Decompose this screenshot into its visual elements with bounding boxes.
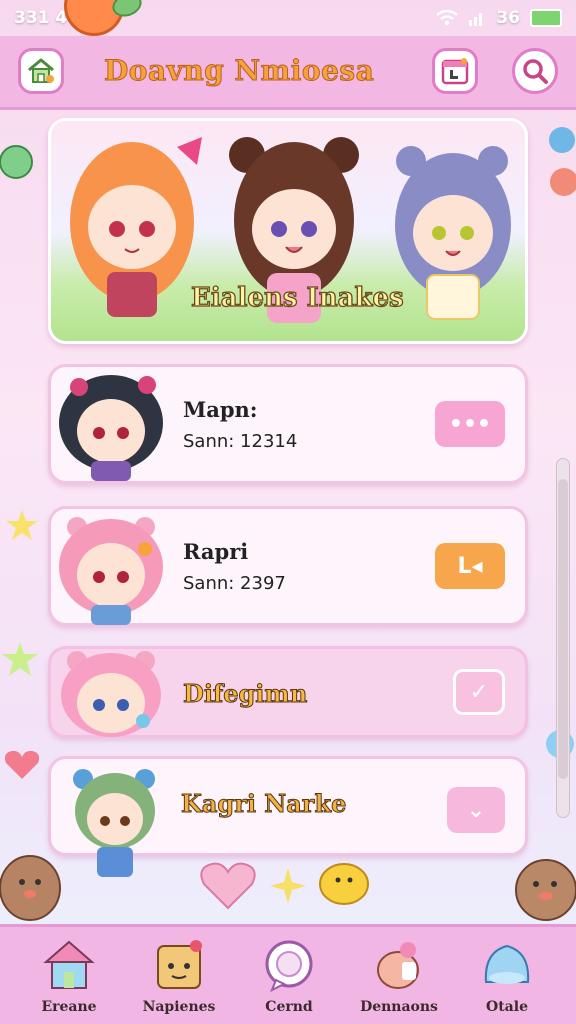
- avatar: [59, 375, 163, 481]
- nav-item-home[interactable]: Ereane: [14, 937, 124, 1015]
- nav-item-cernd[interactable]: Cernd: [234, 937, 344, 1015]
- heart-icon-yellow: [319, 863, 369, 905]
- app-title: Doavng Nmioesa: [103, 54, 375, 88]
- apple-icon: [0, 145, 33, 179]
- calendar-icon: [441, 58, 469, 85]
- banner-title: Eialens Inakes: [190, 282, 404, 313]
- featured-banner[interactable]: Eialens Inakes: [48, 118, 528, 344]
- avatar: [59, 517, 163, 625]
- signal-icon: [469, 13, 483, 26]
- status-left: 331 4: [14, 8, 67, 28]
- star-icon: [6, 510, 38, 540]
- sparkle-icon: [270, 868, 306, 904]
- list-item-card-3[interactable]: Difegimn ✓: [48, 646, 528, 738]
- calendar-button[interactable]: [432, 48, 478, 94]
- nav-label: Otale: [486, 999, 528, 1015]
- bottom-navigation: Ereane Napienes Cernd Dennaons Otale: [0, 924, 576, 1024]
- card-name: Rapri: [183, 539, 249, 564]
- nav-item-otale[interactable]: Otale: [452, 937, 562, 1015]
- card-name: Kagri Narke: [180, 789, 347, 819]
- battery-icon: [530, 9, 562, 27]
- scrollbar[interactable]: [556, 458, 570, 818]
- house-icon: [28, 58, 54, 83]
- search-button[interactable]: [512, 48, 558, 94]
- card-name: Mapn:: [183, 397, 258, 422]
- box-face-icon: [151, 937, 207, 993]
- character-icon: [371, 937, 427, 993]
- card-subtitle: Sann: 12314: [183, 431, 298, 452]
- creature-icon-right: [515, 859, 576, 921]
- avatar: [73, 769, 155, 877]
- scrollbar-thumb[interactable]: [558, 479, 568, 779]
- chat-bubble-icon: [261, 937, 317, 993]
- nav-item-napienes[interactable]: Napienes: [124, 937, 234, 1015]
- card-action-button[interactable]: L◂: [435, 543, 505, 589]
- heart-icon-pink: [200, 862, 256, 910]
- nav-item-dennaons[interactable]: Dennaons: [344, 937, 454, 1015]
- berry-icon: [549, 127, 576, 196]
- home-button[interactable]: [18, 48, 64, 94]
- card-name: Difegimn: [182, 679, 308, 709]
- nav-label: Napienes: [142, 999, 216, 1015]
- star-icon-green: [2, 642, 38, 676]
- card-options-button[interactable]: •••: [435, 401, 505, 447]
- list-item-card-1[interactable]: Mapn: Sann: 12314 •••: [48, 364, 528, 484]
- list-item-card-2[interactable]: Rapri Sann: 2397 L◂: [48, 506, 528, 626]
- status-signal-text: 36: [496, 8, 520, 28]
- house-icon: [41, 937, 97, 993]
- app-header: Doavng Nmioesa: [0, 36, 576, 110]
- status-time: 331 4: [14, 8, 68, 28]
- status-right: 36: [436, 8, 562, 28]
- nav-label: Cernd: [265, 999, 313, 1015]
- wifi-icon: [436, 10, 459, 26]
- search-icon: [523, 59, 548, 84]
- nav-label: Ereane: [41, 999, 97, 1015]
- card-subtitle: Sann: 2397: [183, 573, 286, 594]
- list-item-card-4[interactable]: Kagri Narke ⌄: [48, 756, 528, 877]
- card-check-button[interactable]: ✓: [453, 669, 505, 715]
- card-expand-button[interactable]: ⌄: [447, 787, 505, 833]
- slime-icon: [479, 937, 535, 993]
- nav-label: Dennaons: [360, 999, 438, 1015]
- avatar: [61, 651, 161, 737]
- heart-icon: [4, 750, 40, 779]
